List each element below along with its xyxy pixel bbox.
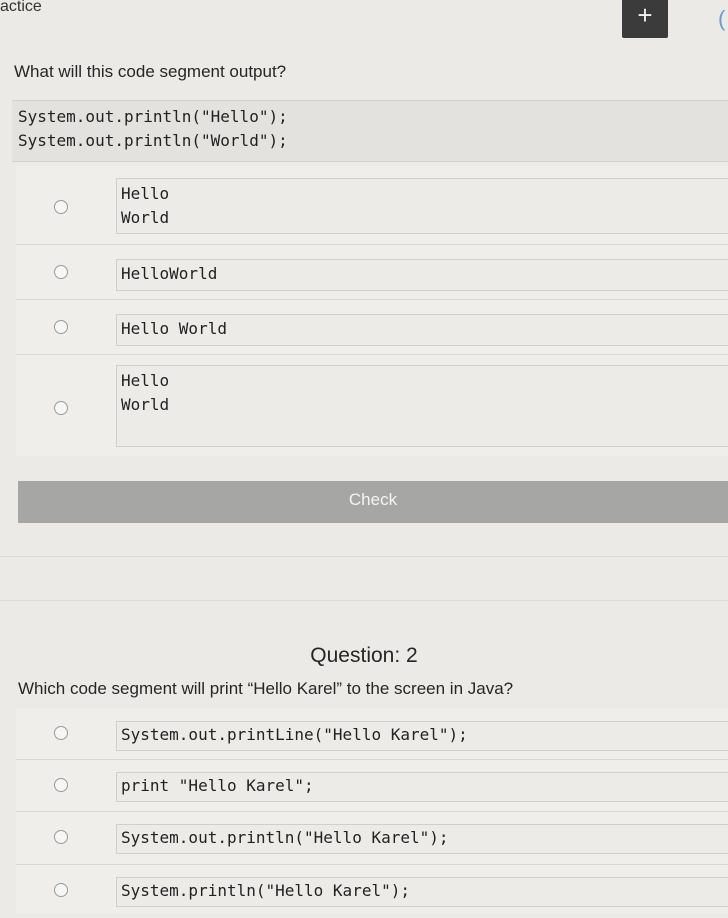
radio-button[interactable]: [54, 778, 68, 792]
answer-line: World: [121, 395, 170, 414]
radio-button[interactable]: [54, 883, 68, 897]
code-block: System.out.println("Hello"); System.out.…: [12, 100, 728, 162]
question-1-prompt: What will this code segment output?: [14, 62, 287, 81]
answer-line: System.out.println("Hello Karel");: [121, 828, 449, 847]
answer-box: HelloWorld: [116, 259, 728, 291]
answer-line: print "Hello Karel";: [121, 776, 314, 795]
answer-box: Hello World: [116, 178, 728, 234]
choice-2[interactable]: HelloWorld: [16, 245, 728, 300]
question-2-prompt: Which code segment will print “Hello Kar…: [18, 679, 514, 698]
answer-line: Hello: [121, 184, 170, 203]
radio-button[interactable]: [54, 200, 68, 214]
answer-line: System.out.printLine("Hello Karel");: [121, 725, 468, 744]
answer-line: System.println("Hello Karel");: [121, 881, 410, 900]
answer-line: Hello: [121, 371, 170, 390]
answer-line: Hello World: [121, 319, 227, 338]
radio-button[interactable]: [54, 726, 68, 740]
radio-button[interactable]: [54, 830, 68, 844]
answer-line: HelloWorld: [121, 264, 218, 283]
answer-box: Hello World: [116, 314, 728, 346]
add-button[interactable]: +: [622, 0, 668, 38]
choice-1[interactable]: Hello World: [16, 166, 728, 245]
choice-4[interactable]: Hello World: [16, 355, 728, 456]
answer-box: print "Hello Karel";: [116, 772, 728, 802]
radio-button[interactable]: [54, 265, 68, 279]
code-line: System.out.println("World");: [18, 131, 288, 150]
code-line: System.out.println("Hello");: [18, 107, 288, 126]
choice-3[interactable]: System.out.println("Hello Karel");: [16, 812, 728, 865]
radio-button[interactable]: [54, 320, 68, 334]
question-2-choices: System.out.printLine("Hello Karel"); pri…: [16, 708, 728, 914]
answer-line: World: [121, 208, 170, 227]
question-1-choices: Hello World HelloWorld Hello World Hello…: [16, 166, 728, 456]
page-title: actice: [0, 0, 42, 15]
divider: [0, 600, 728, 601]
answer-box: Hello World: [116, 365, 728, 447]
check-button[interactable]: Check: [18, 481, 728, 523]
choice-1[interactable]: System.out.printLine("Hello Karel");: [16, 708, 728, 760]
edge-glyph: (: [718, 6, 726, 31]
question-2-title: Question: 2: [310, 644, 418, 667]
choice-2[interactable]: print "Hello Karel";: [16, 760, 728, 812]
radio-button[interactable]: [54, 401, 68, 415]
divider: [0, 556, 728, 557]
top-bar: actice + (: [0, 0, 728, 40]
choice-4[interactable]: System.println("Hello Karel");: [16, 865, 728, 916]
choice-3[interactable]: Hello World: [16, 300, 728, 355]
answer-box: System.out.println("Hello Karel");: [116, 824, 728, 854]
answer-box: System.println("Hello Karel");: [116, 877, 728, 907]
answer-box: System.out.printLine("Hello Karel");: [116, 721, 728, 751]
